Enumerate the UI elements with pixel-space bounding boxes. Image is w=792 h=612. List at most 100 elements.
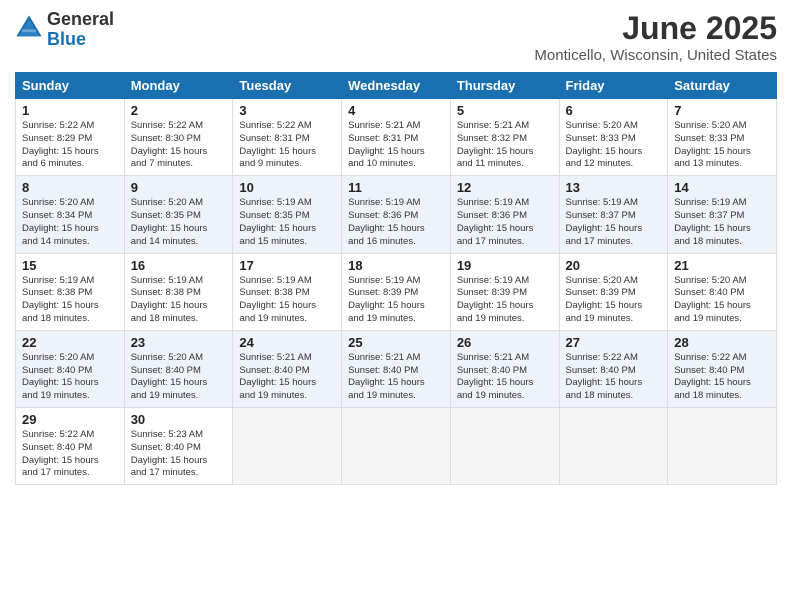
title-section: June 2025 Monticello, Wisconsin, United … [534, 10, 777, 64]
calendar-cell: 16 Sunrise: 5:19 AMSunset: 8:38 PMDaylig… [124, 253, 233, 330]
day-number: 14 [674, 180, 770, 195]
location: Monticello, Wisconsin, United States [534, 47, 777, 64]
day-number: 9 [131, 180, 227, 195]
day-info: Sunrise: 5:21 AMSunset: 8:31 PMDaylight:… [348, 120, 425, 169]
day-info: Sunrise: 5:20 AMSunset: 8:33 PMDaylight:… [674, 120, 751, 169]
day-number: 30 [131, 412, 227, 427]
col-thursday: Thursday [450, 73, 559, 99]
day-info: Sunrise: 5:20 AMSunset: 8:40 PMDaylight:… [22, 352, 99, 401]
calendar-cell: 13 Sunrise: 5:19 AMSunset: 8:37 PMDaylig… [559, 176, 668, 253]
calendar-week-row: 8 Sunrise: 5:20 AMSunset: 8:34 PMDayligh… [16, 176, 777, 253]
day-number: 22 [22, 335, 118, 350]
calendar-cell: 2 Sunrise: 5:22 AMSunset: 8:30 PMDayligh… [124, 99, 233, 176]
calendar-week-row: 22 Sunrise: 5:20 AMSunset: 8:40 PMDaylig… [16, 330, 777, 407]
header-row: Sunday Monday Tuesday Wednesday Thursday… [16, 73, 777, 99]
calendar-cell: 30 Sunrise: 5:23 AMSunset: 8:40 PMDaylig… [124, 408, 233, 485]
day-info: Sunrise: 5:22 AMSunset: 8:40 PMDaylight:… [566, 352, 643, 401]
day-info: Sunrise: 5:19 AMSunset: 8:36 PMDaylight:… [457, 197, 534, 246]
calendar-cell: 15 Sunrise: 5:19 AMSunset: 8:38 PMDaylig… [16, 253, 125, 330]
day-number: 19 [457, 258, 553, 273]
day-number: 11 [348, 180, 444, 195]
day-info: Sunrise: 5:19 AMSunset: 8:38 PMDaylight:… [22, 275, 99, 324]
day-number: 23 [131, 335, 227, 350]
calendar-cell: 10 Sunrise: 5:19 AMSunset: 8:35 PMDaylig… [233, 176, 342, 253]
calendar-cell: 25 Sunrise: 5:21 AMSunset: 8:40 PMDaylig… [342, 330, 451, 407]
calendar-cell: 8 Sunrise: 5:20 AMSunset: 8:34 PMDayligh… [16, 176, 125, 253]
calendar-table: Sunday Monday Tuesday Wednesday Thursday… [15, 72, 777, 485]
calendar-cell: 17 Sunrise: 5:19 AMSunset: 8:38 PMDaylig… [233, 253, 342, 330]
day-info: Sunrise: 5:22 AMSunset: 8:40 PMDaylight:… [22, 429, 99, 478]
day-info: Sunrise: 5:19 AMSunset: 8:35 PMDaylight:… [239, 197, 316, 246]
col-tuesday: Tuesday [233, 73, 342, 99]
col-wednesday: Wednesday [342, 73, 451, 99]
page: General Blue June 2025 Monticello, Wisco… [0, 0, 792, 612]
col-friday: Friday [559, 73, 668, 99]
day-number: 17 [239, 258, 335, 273]
logo-icon [15, 14, 43, 42]
logo-text: General Blue [47, 10, 114, 50]
day-number: 1 [22, 103, 118, 118]
calendar-cell: 7 Sunrise: 5:20 AMSunset: 8:33 PMDayligh… [668, 99, 777, 176]
day-info: Sunrise: 5:21 AMSunset: 8:40 PMDaylight:… [348, 352, 425, 401]
day-number: 20 [566, 258, 662, 273]
day-number: 5 [457, 103, 553, 118]
calendar-cell: 12 Sunrise: 5:19 AMSunset: 8:36 PMDaylig… [450, 176, 559, 253]
calendar-cell: 29 Sunrise: 5:22 AMSunset: 8:40 PMDaylig… [16, 408, 125, 485]
calendar-cell: 6 Sunrise: 5:20 AMSunset: 8:33 PMDayligh… [559, 99, 668, 176]
day-info: Sunrise: 5:19 AMSunset: 8:39 PMDaylight:… [457, 275, 534, 324]
day-info: Sunrise: 5:22 AMSunset: 8:30 PMDaylight:… [131, 120, 208, 169]
logo-blue: Blue [47, 30, 114, 50]
calendar-body: 1 Sunrise: 5:22 AMSunset: 8:29 PMDayligh… [16, 99, 777, 485]
day-info: Sunrise: 5:21 AMSunset: 8:32 PMDaylight:… [457, 120, 534, 169]
calendar-cell: 1 Sunrise: 5:22 AMSunset: 8:29 PMDayligh… [16, 99, 125, 176]
day-number: 29 [22, 412, 118, 427]
day-number: 3 [239, 103, 335, 118]
calendar-cell: 26 Sunrise: 5:21 AMSunset: 8:40 PMDaylig… [450, 330, 559, 407]
day-number: 18 [348, 258, 444, 273]
day-info: Sunrise: 5:22 AMSunset: 8:40 PMDaylight:… [674, 352, 751, 401]
day-number: 10 [239, 180, 335, 195]
day-number: 16 [131, 258, 227, 273]
day-info: Sunrise: 5:20 AMSunset: 8:35 PMDaylight:… [131, 197, 208, 246]
day-number: 25 [348, 335, 444, 350]
day-number: 12 [457, 180, 553, 195]
calendar-cell: 11 Sunrise: 5:19 AMSunset: 8:36 PMDaylig… [342, 176, 451, 253]
calendar-cell: 20 Sunrise: 5:20 AMSunset: 8:39 PMDaylig… [559, 253, 668, 330]
logo: General Blue [15, 10, 114, 50]
day-info: Sunrise: 5:21 AMSunset: 8:40 PMDaylight:… [239, 352, 316, 401]
calendar-cell: 19 Sunrise: 5:19 AMSunset: 8:39 PMDaylig… [450, 253, 559, 330]
calendar-cell: 5 Sunrise: 5:21 AMSunset: 8:32 PMDayligh… [450, 99, 559, 176]
day-info: Sunrise: 5:20 AMSunset: 8:33 PMDaylight:… [566, 120, 643, 169]
calendar-header: Sunday Monday Tuesday Wednesday Thursday… [16, 73, 777, 99]
day-number: 15 [22, 258, 118, 273]
day-number: 8 [22, 180, 118, 195]
day-number: 27 [566, 335, 662, 350]
calendar-cell [450, 408, 559, 485]
day-info: Sunrise: 5:19 AMSunset: 8:37 PMDaylight:… [566, 197, 643, 246]
day-info: Sunrise: 5:20 AMSunset: 8:40 PMDaylight:… [674, 275, 751, 324]
calendar-cell: 28 Sunrise: 5:22 AMSunset: 8:40 PMDaylig… [668, 330, 777, 407]
calendar-cell: 9 Sunrise: 5:20 AMSunset: 8:35 PMDayligh… [124, 176, 233, 253]
day-info: Sunrise: 5:19 AMSunset: 8:38 PMDaylight:… [131, 275, 208, 324]
day-number: 26 [457, 335, 553, 350]
day-info: Sunrise: 5:19 AMSunset: 8:39 PMDaylight:… [348, 275, 425, 324]
calendar-cell: 4 Sunrise: 5:21 AMSunset: 8:31 PMDayligh… [342, 99, 451, 176]
col-sunday: Sunday [16, 73, 125, 99]
day-info: Sunrise: 5:19 AMSunset: 8:37 PMDaylight:… [674, 197, 751, 246]
calendar-cell: 22 Sunrise: 5:20 AMSunset: 8:40 PMDaylig… [16, 330, 125, 407]
calendar-cell: 14 Sunrise: 5:19 AMSunset: 8:37 PMDaylig… [668, 176, 777, 253]
day-number: 2 [131, 103, 227, 118]
day-number: 6 [566, 103, 662, 118]
logo-general: General [47, 10, 114, 30]
day-number: 4 [348, 103, 444, 118]
calendar-week-row: 1 Sunrise: 5:22 AMSunset: 8:29 PMDayligh… [16, 99, 777, 176]
day-info: Sunrise: 5:20 AMSunset: 8:39 PMDaylight:… [566, 275, 643, 324]
calendar-cell [668, 408, 777, 485]
day-number: 28 [674, 335, 770, 350]
header: General Blue June 2025 Monticello, Wisco… [15, 10, 777, 64]
calendar-cell [342, 408, 451, 485]
day-number: 21 [674, 258, 770, 273]
calendar-cell: 23 Sunrise: 5:20 AMSunset: 8:40 PMDaylig… [124, 330, 233, 407]
calendar-cell [559, 408, 668, 485]
calendar-week-row: 29 Sunrise: 5:22 AMSunset: 8:40 PMDaylig… [16, 408, 777, 485]
